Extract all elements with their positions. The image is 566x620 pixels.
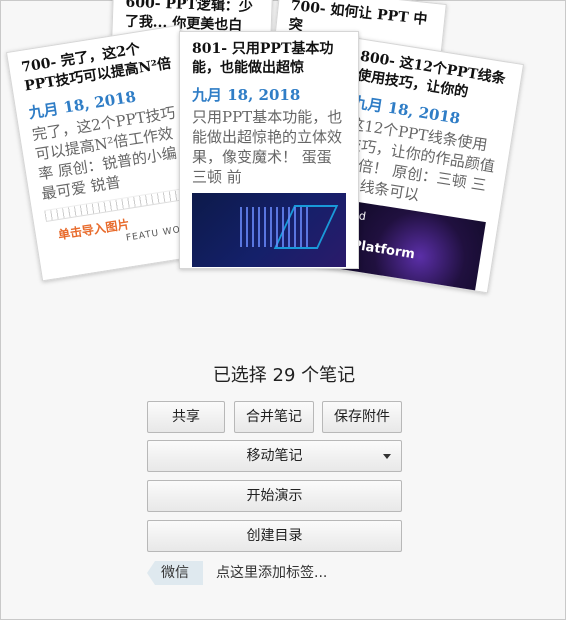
note-date: 九月 18, 2018	[192, 86, 301, 104]
create-toc-button[interactable]: 创建目录	[147, 520, 402, 552]
note-thumbnail	[192, 193, 346, 267]
merge-notes-button[interactable]: 合并笔记	[234, 401, 314, 433]
note-card-front[interactable]: 801- 只用PPT基本功能，也能做出超惊 九月 18, 2018 只用PPT基…	[179, 31, 359, 269]
decorative-bars	[240, 207, 310, 247]
tag-chip[interactable]: 微信	[147, 561, 203, 585]
note-card-stack: 600- PPT逻辑：少了我... 你更美也白 700- 如何让 PPT 中突 …	[1, 0, 566, 341]
start-presentation-button[interactable]: 开始演示	[147, 480, 402, 512]
move-notes-label: 移动笔记	[246, 448, 303, 464]
note-snippet: 只用PPT基本功能，也能做出超惊艳的立体效果，像变魔术！ 蛋蛋 三顿 前	[192, 108, 343, 186]
share-button[interactable]: 共享	[147, 401, 225, 433]
save-attachments-button[interactable]: 保存附件	[322, 401, 402, 433]
add-tag-input[interactable]	[216, 561, 406, 585]
selected-notes-count: 已选择 29 个笔记	[212, 365, 356, 386]
move-notes-dropdown[interactable]: 移动笔记	[147, 440, 402, 472]
note-title: 801- 只用PPT基本功能，也能做出超惊	[192, 41, 334, 76]
chevron-down-icon	[383, 454, 391, 459]
